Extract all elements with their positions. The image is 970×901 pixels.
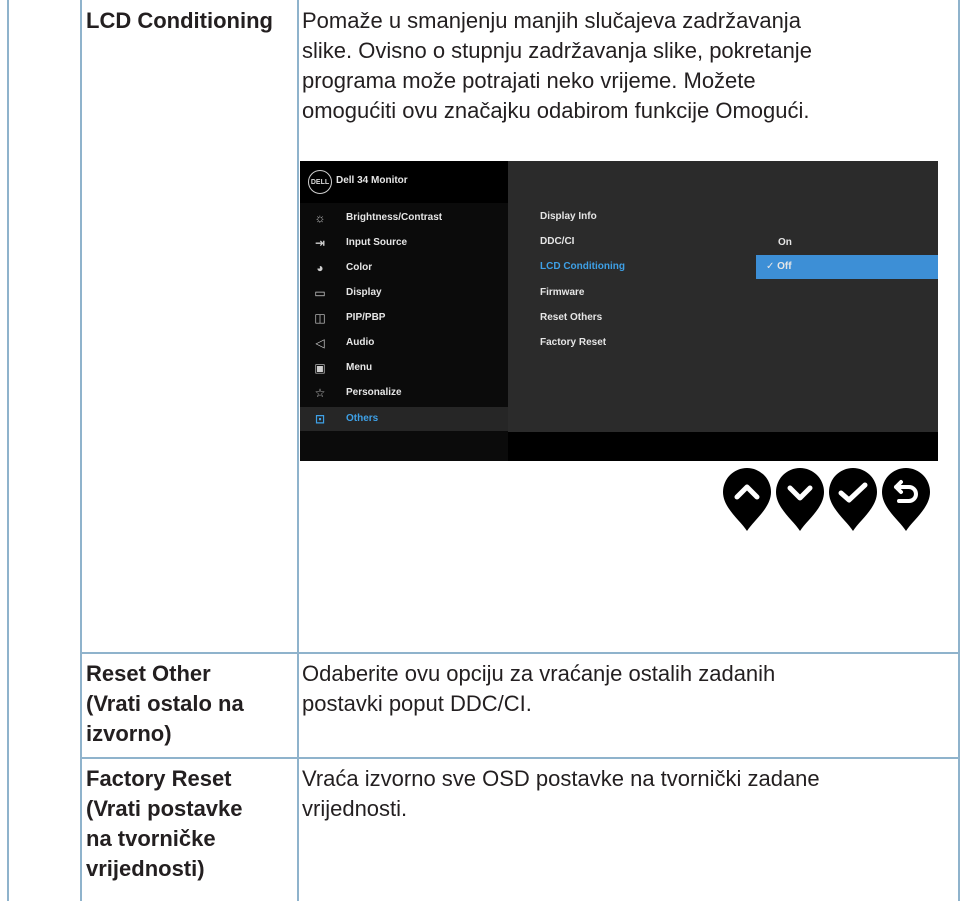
menu-icon: ▣ <box>314 361 326 375</box>
osd-submenu-firmware[interactable]: Firmware <box>540 287 584 298</box>
osd-menu-others[interactable]: ⊡ Others <box>300 407 508 431</box>
menu-label: Color <box>346 262 373 273</box>
label-line: (Vrati postavke <box>86 796 243 821</box>
text-line: Odaberite ovu opciju za vraćanje ostalih… <box>302 661 776 686</box>
speaker-icon: ◁ <box>315 336 325 350</box>
menu-label: Display <box>346 287 382 298</box>
osd-menu-audio[interactable]: ◁ Audio <box>300 331 508 355</box>
table-border-left <box>7 0 9 901</box>
back-button[interactable] <box>881 468 931 532</box>
row-description-factory-reset: Vraća izvorno sve OSD postavke na tvorni… <box>302 764 820 824</box>
star-icon: ☆ <box>314 386 326 400</box>
text-line: Pomaže u smanjenju manjih slučajeva zadr… <box>302 8 801 33</box>
osd-option-on[interactable]: On <box>756 231 938 255</box>
label-line: (Vrati ostalo na <box>86 691 244 716</box>
pip-icon: ◫ <box>314 311 326 325</box>
text-line: programa može potrajati neko vrijeme. Mo… <box>302 68 756 93</box>
osd-title: Dell 34 Monitor <box>336 175 408 186</box>
osd-menu-personalize[interactable]: ☆ Personalize <box>300 381 508 405</box>
osd-submenu-factory-reset[interactable]: Factory Reset <box>540 337 606 348</box>
label-line: izvorno) <box>86 721 172 746</box>
menu-label: Audio <box>346 337 375 348</box>
label-line: na tvorničke <box>86 826 216 851</box>
sun-icon: ☼ <box>314 211 326 225</box>
down-button[interactable] <box>775 468 825 532</box>
menu-label: Input Source <box>346 237 408 248</box>
osd-submenu-display-info[interactable]: Display Info <box>540 211 597 222</box>
palette-icon: ◕ <box>316 261 324 275</box>
menu-label: Menu <box>346 362 373 373</box>
osd-header: DELL Dell 34 Monitor <box>300 161 508 203</box>
row-divider <box>80 757 960 759</box>
label-line: vrijednosti) <box>86 856 205 881</box>
menu-label: Others <box>346 413 379 424</box>
menu-label: Personalize <box>346 387 402 398</box>
osd-submenu-lcd-conditioning[interactable]: LCD Conditioning <box>540 261 625 272</box>
row-label-factory-reset: Factory Reset (Vrati postavke na tvornič… <box>86 764 243 884</box>
label-line: Reset Other <box>86 661 211 686</box>
osd-menu-pip-pbp[interactable]: ◫ PIP/PBP <box>300 306 508 330</box>
down-icon <box>776 468 824 531</box>
menu-label: PIP/PBP <box>346 312 386 323</box>
table-border-right <box>958 0 960 901</box>
text-line: vrijednosti. <box>302 796 408 821</box>
row-label-reset-other: Reset Other (Vrati ostalo na izvorno) <box>86 659 244 749</box>
row-label-lcd-conditioning: LCD Conditioning <box>86 8 273 33</box>
check-icon <box>829 468 877 531</box>
row-description-reset-other: Odaberite ovu opciju za vraćanje ostalih… <box>302 659 775 719</box>
label-line: Factory Reset <box>86 766 232 791</box>
osd-screenshot: DELL Dell 34 Monitor ☼ Brightness/Contra… <box>300 161 938 461</box>
text-line: postavki poput DDC/CI. <box>302 691 532 716</box>
osd-menu-brightness-contrast[interactable]: ☼ Brightness/Contrast <box>300 206 508 230</box>
input-source-icon: ⇥ <box>314 236 326 250</box>
table-border-col2 <box>297 0 299 901</box>
osd-menu-menu[interactable]: ▣ Menu <box>300 356 508 380</box>
confirm-button[interactable] <box>828 468 878 532</box>
back-icon <box>882 468 930 531</box>
text-line: Vraća izvorno sve OSD postavke na tvorni… <box>302 766 820 791</box>
osd-submenu-ddc-ci[interactable]: DDC/CI <box>540 236 574 247</box>
up-button[interactable] <box>722 468 772 532</box>
osd-menu-input-source[interactable]: ⇥ Input Source <box>300 231 508 255</box>
text-line: omogućiti ovu značajku odabirom funkcije… <box>302 98 810 123</box>
up-icon <box>723 468 771 531</box>
text-line: slike. Ovisno o stupnju zadržavanja slik… <box>302 38 812 63</box>
osd-menu-color[interactable]: ◕ Color <box>300 256 508 280</box>
dell-logo: DELL <box>308 170 332 194</box>
option-label: On <box>778 237 792 248</box>
osd-option-off[interactable]: ✓ Off <box>756 255 938 279</box>
osd-menu-display[interactable]: ▭ Display <box>300 281 508 305</box>
row-divider <box>80 652 960 654</box>
row-description-lcd-conditioning: Pomaže u smanjenju manjih slučajeva zadr… <box>302 6 812 126</box>
osd-submenu-reset-others[interactable]: Reset Others <box>540 312 602 323</box>
table-border-col1 <box>80 0 82 901</box>
others-icon: ⊡ <box>314 412 326 426</box>
display-icon: ▭ <box>314 286 326 300</box>
menu-label: Brightness/Contrast <box>346 212 443 223</box>
option-label: ✓ Off <box>766 261 792 272</box>
